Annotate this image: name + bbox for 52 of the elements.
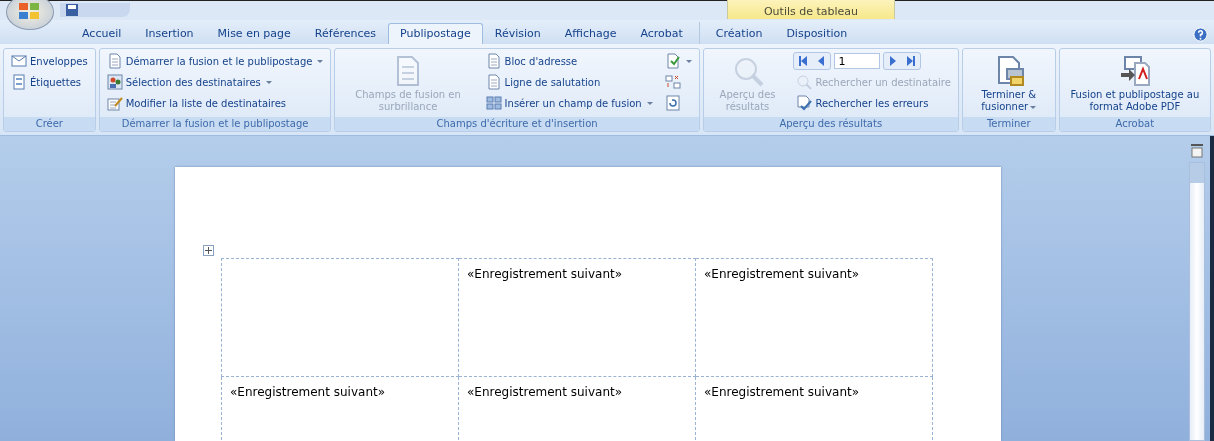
table-move-handle-icon[interactable] [203, 245, 214, 256]
ribbon-tab[interactable]: Disposition [774, 23, 860, 44]
group-label: Terminer [962, 117, 1055, 131]
ribbon-tab[interactable]: Accueil [70, 23, 134, 44]
office-logo-icon [18, 2, 40, 20]
group-label: Champs d'écriture et d'insertion [335, 117, 699, 131]
ribbon-tab[interactable]: Révision [482, 23, 553, 44]
group-label: Acrobat [1059, 117, 1210, 131]
save-icon[interactable] [66, 4, 78, 16]
document-icon [485, 53, 502, 69]
label-sheet-icon [11, 74, 27, 90]
ribbon-button[interactable]: Enveloppes [8, 51, 91, 71]
check-document-icon [796, 95, 813, 111]
contextual-tab-group-label: Outils de tableau [763, 5, 859, 19]
ribbon-tab[interactable]: Mise en page [205, 23, 303, 44]
magnifier-icon [796, 74, 813, 90]
ribbon-tab[interactable]: Création [703, 23, 775, 44]
grid-icon [485, 95, 502, 111]
group-label: Aperçu des résultats [703, 117, 958, 131]
ribbon-button[interactable]: Bloc d'adresse [482, 51, 656, 71]
help-icon[interactable] [1193, 27, 1208, 42]
refresh-icon [664, 95, 681, 111]
ribbon-button[interactable]: Démarrer la fusion et le publipostage [103, 51, 327, 71]
ribbon-button[interactable]: Modifier la liste de destinataires [103, 93, 327, 113]
ribbon-button[interactable]: Terminer & fusionner [966, 51, 1051, 117]
last-record-icon[interactable] [906, 55, 917, 67]
ribbon-button[interactable]: Insérer un champ de fusion [482, 93, 656, 113]
ruler-toggle-icon[interactable] [1191, 144, 1203, 158]
document-icon [106, 53, 123, 69]
table-cell: «Enregistrement suivant» [458, 258, 696, 377]
document-icon [485, 74, 502, 90]
ribbon-tab[interactable]: Acrobat [628, 23, 695, 44]
ribbon-button[interactable]: Rechercher les erreurs [793, 93, 954, 113]
edit-list-icon [106, 95, 123, 111]
vertical-scrollbar[interactable] [1189, 162, 1205, 441]
ribbon-tab[interactable]: Insertion [133, 23, 206, 44]
ribbon-button[interactable]: Fusion et publipostage au format Adobe PDF [1063, 51, 1206, 117]
pdf-icon [1118, 55, 1151, 87]
first-record-icon[interactable] [798, 55, 809, 67]
table-cell: «Enregistrement suivant» [221, 376, 459, 441]
previous-record-icon[interactable] [816, 55, 827, 67]
group-label: Créer [4, 117, 95, 131]
ribbon-tab[interactable]: Affichage [552, 23, 629, 44]
group-label: Démarrer la fusion et le publipostage [99, 117, 331, 131]
ribbon-button[interactable]: Étiquettes [8, 72, 91, 92]
table-cell: «Enregistrement suivant» [695, 258, 933, 377]
ribbon-tab[interactable]: Références [302, 23, 388, 44]
ribbon-button[interactable]: Ligne de salutation [482, 72, 656, 92]
record-number-field[interactable]: 1 [834, 53, 881, 69]
ribbon-button[interactable]: Sélection des destinataires [103, 72, 327, 92]
ribbon-tab[interactable]: Publipostage [388, 23, 483, 44]
envelope-icon [11, 53, 27, 69]
